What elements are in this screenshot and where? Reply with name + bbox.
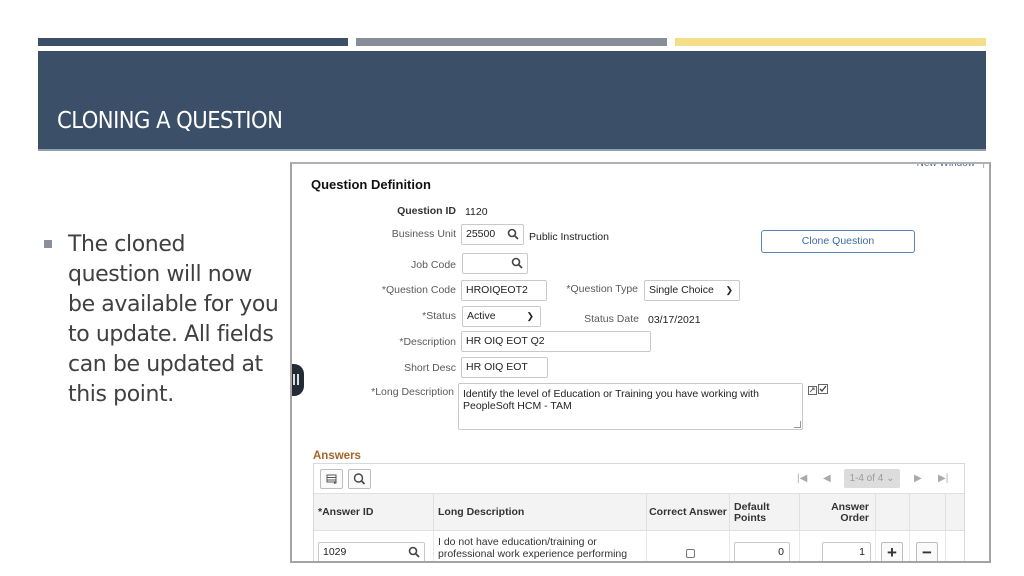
link-separator: | xyxy=(982,162,985,169)
clone-question-button[interactable]: Clone Question xyxy=(761,230,915,253)
question-code-label: *Question Code xyxy=(381,284,456,296)
first-page-icon[interactable]: |◀ xyxy=(797,473,807,484)
business-unit-input[interactable]: 25500 xyxy=(461,224,524,245)
resize-handle[interactable] xyxy=(794,421,801,428)
chevron-down-icon: ❯ xyxy=(725,285,733,295)
next-page-icon[interactable]: ▶ xyxy=(914,473,922,484)
delete-row-cell: − xyxy=(910,531,946,562)
answer-order-input[interactable]: 1 xyxy=(822,542,871,561)
question-id-value: 1120 xyxy=(465,206,488,218)
accent-bar-gray xyxy=(356,38,667,46)
column-header-long-description[interactable]: Long Description xyxy=(434,494,647,531)
slide-title: CLONING A QUESTION xyxy=(57,108,283,134)
long-description-value: Identify the level of Education or Train… xyxy=(463,388,759,412)
business-unit-description: Public Instruction xyxy=(529,231,609,243)
answers-section-title: Answers xyxy=(313,450,361,462)
new-window-link[interactable]: New Window xyxy=(917,164,975,169)
grid-settings-icon xyxy=(326,474,337,484)
peoplesoft-screenshot: New Window | Question Definition Questio… xyxy=(290,162,991,563)
add-row-cell: + xyxy=(876,531,910,562)
collapse-panel-handle[interactable] xyxy=(292,364,304,396)
job-code-input[interactable] xyxy=(462,253,528,274)
long-description-cell: I do not have education/training or prof… xyxy=(434,531,647,561)
last-page-icon[interactable]: ▶| xyxy=(938,473,948,484)
search-icon[interactable] xyxy=(511,257,523,269)
default-points-cell: 0 xyxy=(730,531,800,561)
column-header-delete xyxy=(910,494,946,531)
find-in-grid-button[interactable] xyxy=(348,469,371,489)
pause-bars-icon xyxy=(293,374,295,385)
answers-grid: |◀ ◀ 1-4 of 4 ⌄ ▶ ▶| *Answer ID Long Des… xyxy=(313,463,965,562)
question-type-value: Single Choice xyxy=(649,284,714,296)
answer-id-input[interactable]: 1029 xyxy=(318,542,425,561)
grid-header-row: *Answer ID Long Description Correct Answ… xyxy=(314,494,964,531)
section-title: Question Definition xyxy=(311,177,431,192)
status-date-value: 03/17/2021 xyxy=(648,314,701,326)
correct-answer-cell xyxy=(647,531,730,561)
column-header-correct-answer[interactable]: Correct Answer xyxy=(647,494,730,531)
pagination-count: 1-4 of 4 xyxy=(849,473,884,484)
column-header-answer-order[interactable]: Answer Order xyxy=(800,494,876,531)
bullet-text: The cloned question will now be availabl… xyxy=(68,232,279,407)
description-input[interactable]: HR OIQ EOT Q2 xyxy=(461,331,651,352)
status-date-label: Status Date xyxy=(584,313,639,325)
search-icon[interactable] xyxy=(507,228,519,240)
grid-toolbar: |◀ ◀ 1-4 of 4 ⌄ ▶ ▶| xyxy=(314,464,964,494)
column-header-add xyxy=(876,494,910,531)
question-id-label: Question ID xyxy=(397,205,456,217)
question-type-select[interactable]: Single Choice ❯ xyxy=(644,280,740,301)
long-description-label: *Long Description xyxy=(371,386,454,398)
minus-icon: − xyxy=(922,543,932,562)
business-unit-value: 25500 xyxy=(466,228,496,240)
long-description-textarea[interactable]: Identify the level of Education or Train… xyxy=(458,383,803,430)
accent-bar-yellow xyxy=(675,38,986,46)
business-unit-label: Business Unit xyxy=(391,228,456,240)
answer-id-value: 1029 xyxy=(323,546,347,558)
search-icon[interactable] xyxy=(408,546,420,558)
add-row-button[interactable]: + xyxy=(881,542,903,562)
column-header-answer-id[interactable]: *Answer ID xyxy=(314,494,434,531)
default-points-input[interactable]: 0 xyxy=(734,542,790,561)
column-header-default-points[interactable]: Default Points xyxy=(730,494,800,531)
short-desc-input[interactable]: HR OIQ EOT xyxy=(461,357,548,378)
status-label: *Status xyxy=(422,310,456,322)
question-type-label: *Question Type xyxy=(566,283,638,295)
plus-icon: + xyxy=(887,543,897,562)
pagination-select[interactable]: 1-4 of 4 ⌄ xyxy=(844,469,900,488)
accent-bar-navy xyxy=(38,38,348,46)
answer-id-cell: 1029 xyxy=(314,531,434,561)
job-code-label: Job Code xyxy=(411,259,456,271)
correct-answer-checkbox[interactable] xyxy=(686,549,695,558)
search-icon xyxy=(353,473,366,485)
description-label: *Description xyxy=(399,336,456,348)
personalize-grid-button[interactable] xyxy=(320,469,343,489)
delete-row-button[interactable]: − xyxy=(916,542,938,562)
answer-order-cell: 1 xyxy=(800,531,876,561)
title-band: CLONING A QUESTION xyxy=(38,51,986,151)
short-desc-label: Short Desc xyxy=(404,362,456,374)
previous-page-icon[interactable]: ◀ xyxy=(823,473,831,484)
bullet-square-icon xyxy=(44,240,52,248)
spell-check-icon[interactable] xyxy=(808,384,828,396)
